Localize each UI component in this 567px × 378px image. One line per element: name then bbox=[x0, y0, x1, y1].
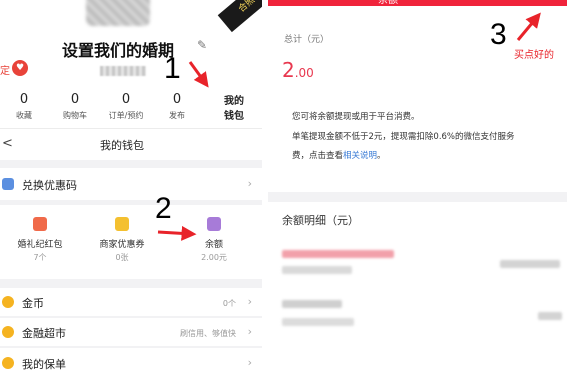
corner-badge: 合照 bbox=[217, 0, 262, 33]
info-line-1: 您可将余额提现或用于平台消费。 bbox=[292, 112, 420, 122]
balance-detail-header: 余额明细（元） bbox=[268, 202, 567, 238]
stat-label: 购物车 bbox=[63, 111, 87, 120]
blurred-entry-amount bbox=[538, 312, 562, 320]
related-notes-link[interactable]: 相关说明 bbox=[343, 151, 377, 161]
info-line-3-suffix: 。 bbox=[377, 151, 386, 161]
blurred-entry-title bbox=[282, 250, 394, 258]
coupon-icon bbox=[115, 217, 129, 231]
stat-value: 0 bbox=[121, 92, 131, 107]
menu-label: 金融超市 bbox=[22, 327, 66, 340]
coin-icon bbox=[2, 296, 14, 308]
menu-row-finance[interactable]: 金融超市 刷信用、够值快 › bbox=[0, 318, 262, 346]
card-red-packet[interactable]: 婚礼纪红包 7个 bbox=[0, 217, 80, 263]
money-bag-icon bbox=[207, 217, 221, 231]
stat-cart[interactable]: 0 购物车 bbox=[53, 92, 97, 121]
wallet-link-line1: 我的 bbox=[224, 96, 244, 107]
menu-row-coins[interactable]: 金币 0个 › bbox=[0, 288, 262, 316]
wallet-header: < 我的钱包 bbox=[0, 128, 262, 160]
step-number-3: 3 bbox=[490, 18, 507, 51]
redeem-coupon-label: 兑换优惠码 bbox=[22, 179, 77, 192]
stat-posts[interactable]: 0 发布 bbox=[155, 92, 199, 121]
stat-orders[interactable]: 0 订单/预约 bbox=[104, 92, 148, 121]
card-balance[interactable]: 余额 2.00元 bbox=[174, 217, 254, 263]
blurred-entry-amount bbox=[500, 260, 560, 268]
menu-note: 0个 bbox=[222, 299, 236, 308]
menu-note: 刷信用、够值快 bbox=[180, 329, 236, 338]
stat-favorites[interactable]: 0 收藏 bbox=[2, 92, 46, 121]
chevron-right-icon: › bbox=[247, 325, 252, 338]
chevron-right-icon: › bbox=[247, 356, 252, 369]
wedding-date-title[interactable]: 设置我们的婚期 bbox=[62, 37, 174, 61]
blurred-user-id bbox=[100, 66, 146, 76]
stat-label: 收藏 bbox=[16, 111, 32, 120]
tag-text: 定 bbox=[0, 66, 10, 77]
wallet-link-line2: 钱包 bbox=[224, 111, 244, 122]
menu-label: 我的保单 bbox=[22, 358, 66, 371]
redeem-coupon-row[interactable]: 兑换优惠码 › bbox=[0, 168, 262, 200]
card-merchant-coupon[interactable]: 商家优惠券 0张 bbox=[82, 217, 162, 263]
wallet-cards: 婚礼纪红包 7个 商家优惠券 0张 余额 2.00元 bbox=[0, 205, 262, 279]
stat-label: 发布 bbox=[169, 111, 185, 120]
pencil-icon[interactable]: ✎ bbox=[197, 38, 207, 52]
blurred-entry-title bbox=[282, 300, 342, 308]
info-line-3: 费，点击查看相关说明。 bbox=[292, 147, 562, 165]
wallet-title: 我的钱包 bbox=[100, 139, 144, 152]
total-value-integer: 2 bbox=[282, 58, 295, 82]
total-value-decimal: .00 bbox=[294, 66, 314, 80]
card-value: 7个 bbox=[33, 253, 47, 262]
step-3-note: 买点好的 bbox=[514, 50, 554, 61]
card-name: 余额 bbox=[204, 240, 223, 250]
red-packet-icon bbox=[33, 217, 47, 231]
balance-detail-list bbox=[268, 238, 567, 378]
chevron-right-icon: › bbox=[247, 295, 252, 308]
card-value: 2.00元 bbox=[201, 253, 227, 262]
stat-value: 0 bbox=[172, 92, 182, 107]
stat-label: 订单/预约 bbox=[108, 111, 144, 120]
card-name: 婚礼纪红包 bbox=[17, 240, 63, 250]
menu-label: 金币 bbox=[22, 297, 44, 310]
balance-summary-card: 总计（元） 2.00 您可将余额提现或用于平台消费。 单笔提现金额不低于2元，提… bbox=[268, 6, 567, 192]
stat-value: 0 bbox=[70, 92, 80, 107]
balance-detail-title: 余额明细（元） bbox=[282, 214, 359, 227]
heart-icon[interactable]: ♥ bbox=[12, 60, 28, 76]
step-number-2: 2 bbox=[155, 192, 172, 225]
profile-header: 合照 定 ♥ 设置我们的婚期 ✎ 0 收藏 0 购物车 0 订单/预约 0 发布 bbox=[0, 0, 262, 128]
avatar[interactable] bbox=[86, 0, 150, 26]
info-line-3-prefix: 费，点击查看 bbox=[292, 151, 344, 161]
card-name: 商家优惠券 bbox=[99, 240, 145, 250]
total-label: 总计（元） bbox=[284, 35, 330, 45]
chevron-right-icon: › bbox=[247, 177, 252, 190]
step-number-1: 1 bbox=[164, 52, 181, 85]
finance-icon bbox=[2, 326, 14, 338]
info-line-2: 单笔提现金额不低于2元，提现需扣除0.6%的微信支付服务 bbox=[292, 132, 515, 142]
menu-row-policy[interactable]: 我的保单 › bbox=[0, 348, 262, 378]
blurred-entry-date bbox=[282, 318, 354, 326]
ticket-icon bbox=[2, 178, 14, 190]
my-wallet-link[interactable]: 我的 钱包 bbox=[214, 94, 254, 124]
left-phone-screen: 合照 定 ♥ 设置我们的婚期 ✎ 0 收藏 0 购物车 0 订单/预约 0 发布 bbox=[0, 0, 262, 378]
stat-value: 0 bbox=[19, 92, 29, 107]
policy-icon bbox=[2, 357, 14, 369]
total-value: 2.00 bbox=[282, 58, 314, 82]
blurred-entry-date bbox=[282, 266, 352, 274]
card-value: 0张 bbox=[115, 253, 129, 262]
